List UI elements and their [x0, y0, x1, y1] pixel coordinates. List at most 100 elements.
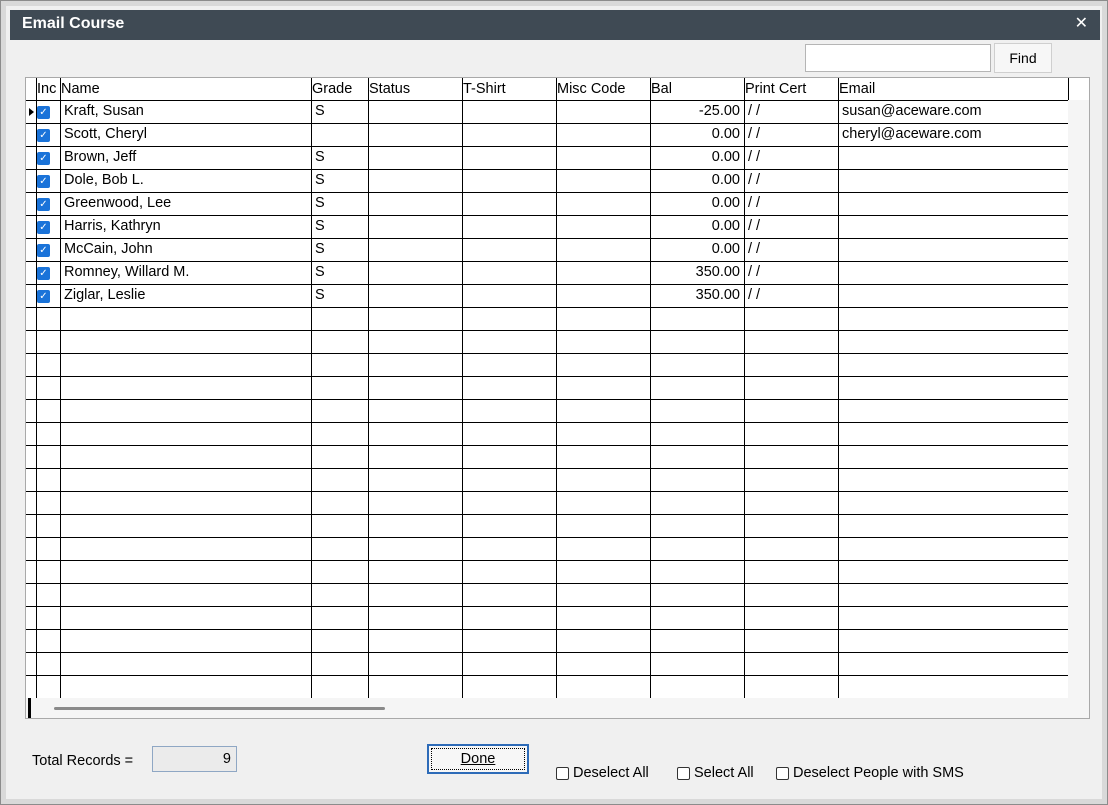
cell-cert[interactable]: / / — [748, 192, 834, 215]
cell-misc[interactable] — [560, 238, 646, 261]
cell-cert[interactable]: / / — [748, 238, 834, 261]
cell-status[interactable] — [372, 215, 458, 238]
cell-email[interactable] — [842, 192, 1064, 215]
cell-misc[interactable] — [560, 284, 646, 307]
column-header[interactable]: Misc Code — [557, 78, 649, 100]
column-header[interactable]: Inc — [37, 78, 59, 100]
cell-grade[interactable]: S — [315, 215, 364, 238]
find-button[interactable]: Find — [994, 43, 1052, 73]
cell-grade[interactable]: S — [315, 100, 364, 123]
include-checkbox[interactable]: ✓ — [37, 290, 50, 303]
cell-tshirt[interactable] — [466, 123, 552, 146]
cell-tshirt[interactable] — [466, 146, 552, 169]
cell-bal[interactable]: 0.00 — [654, 215, 740, 238]
cell-status[interactable] — [372, 146, 458, 169]
cell-misc[interactable] — [560, 123, 646, 146]
cell-tshirt[interactable] — [466, 261, 552, 284]
cell-misc[interactable] — [560, 261, 646, 284]
column-header[interactable]: T-Shirt — [463, 78, 555, 100]
cell-email[interactable] — [842, 146, 1064, 169]
cell-bal[interactable]: 0.00 — [654, 169, 740, 192]
cell-status[interactable] — [372, 261, 458, 284]
cell-name[interactable]: Ziglar, Leslie — [64, 284, 307, 307]
records-grid[interactable]: Inc Name Grade Status T-Shirt Misc Code Bal Pri… — [25, 77, 1090, 719]
cell-name[interactable]: Kraft, Susan — [64, 100, 307, 123]
search-input[interactable] — [805, 44, 991, 72]
vertical-scroll-area[interactable] — [1068, 100, 1089, 718]
column-header[interactable]: Status — [369, 78, 461, 100]
deselect-all-checkbox[interactable]: Deselect All — [556, 765, 649, 781]
column-header[interactable]: Name — [61, 78, 310, 100]
cell-bal[interactable]: -25.00 — [654, 100, 740, 123]
include-checkbox[interactable]: ✓ — [37, 267, 50, 280]
cell-name[interactable]: Romney, Willard M. — [64, 261, 307, 284]
select-all-checkbox[interactable]: Select All — [677, 765, 754, 781]
cell-cert[interactable]: / / — [748, 261, 834, 284]
include-checkbox[interactable]: ✓ — [37, 106, 50, 119]
cell-misc[interactable] — [560, 146, 646, 169]
cell-misc[interactable] — [560, 192, 646, 215]
cell-tshirt[interactable] — [466, 169, 552, 192]
cell-tshirt[interactable] — [466, 215, 552, 238]
column-header[interactable]: Print Cert — [745, 78, 837, 100]
cell-bal[interactable]: 0.00 — [654, 146, 740, 169]
include-checkbox[interactable]: ✓ — [37, 152, 50, 165]
cell-tshirt[interactable] — [466, 284, 552, 307]
done-button[interactable]: Done — [427, 744, 529, 774]
cell-status[interactable] — [372, 100, 458, 123]
cell-name[interactable]: Greenwood, Lee — [64, 192, 307, 215]
cell-misc[interactable] — [560, 100, 646, 123]
cell-email[interactable]: cheryl@aceware.com — [842, 123, 1064, 146]
cell-grade[interactable]: S — [315, 284, 364, 307]
cell-grade[interactable] — [315, 123, 364, 146]
cell-grade[interactable]: S — [315, 192, 364, 215]
cell-tshirt[interactable] — [466, 192, 552, 215]
cell-tshirt[interactable] — [466, 238, 552, 261]
cell-bal[interactable]: 0.00 — [654, 238, 740, 261]
horizontal-scroll-thumb[interactable] — [54, 707, 385, 710]
cell-bal[interactable]: 350.00 — [654, 261, 740, 284]
include-checkbox[interactable]: ✓ — [37, 175, 50, 188]
column-header[interactable]: Grade — [312, 78, 367, 100]
include-checkbox[interactable]: ✓ — [37, 244, 50, 257]
cell-email[interactable] — [842, 215, 1064, 238]
cell-status[interactable] — [372, 238, 458, 261]
cell-status[interactable] — [372, 284, 458, 307]
checkbox-box[interactable] — [677, 766, 690, 780]
cell-cert[interactable]: / / — [748, 146, 834, 169]
cell-tshirt[interactable] — [466, 100, 552, 123]
cell-misc[interactable] — [560, 169, 646, 192]
cell-bal[interactable]: 0.00 — [654, 123, 740, 146]
cell-grade[interactable]: S — [315, 261, 364, 284]
cell-status[interactable] — [372, 192, 458, 215]
close-icon[interactable]: ✕ — [1075, 13, 1088, 33]
cell-email[interactable] — [842, 284, 1064, 307]
column-header[interactable]: Bal — [651, 78, 743, 100]
cell-cert[interactable]: / / — [748, 215, 834, 238]
deselect-sms-checkbox[interactable]: Deselect People with SMS — [776, 765, 964, 781]
cell-bal[interactable]: 0.00 — [654, 192, 740, 215]
cell-name[interactable]: Dole, Bob L. — [64, 169, 307, 192]
include-checkbox[interactable]: ✓ — [37, 221, 50, 234]
checkbox-box[interactable] — [556, 766, 569, 780]
cell-cert[interactable]: / / — [748, 169, 834, 192]
checkbox-box[interactable] — [776, 766, 789, 780]
cell-name[interactable]: McCain, John — [64, 238, 307, 261]
cell-cert[interactable]: / / — [748, 284, 834, 307]
cell-grade[interactable]: S — [315, 146, 364, 169]
cell-name[interactable]: Scott, Cheryl — [64, 123, 307, 146]
cell-misc[interactable] — [560, 215, 646, 238]
cell-status[interactable] — [372, 169, 458, 192]
cell-grade[interactable]: S — [315, 238, 364, 261]
cell-name[interactable]: Harris, Kathryn — [64, 215, 307, 238]
include-checkbox[interactable]: ✓ — [37, 198, 50, 211]
cell-cert[interactable]: / / — [748, 100, 834, 123]
cell-email[interactable] — [842, 238, 1064, 261]
cell-cert[interactable]: / / — [748, 123, 834, 146]
column-header[interactable]: Email — [839, 78, 1067, 100]
include-checkbox[interactable]: ✓ — [37, 129, 50, 142]
cell-bal[interactable]: 350.00 — [654, 284, 740, 307]
cell-email[interactable] — [842, 169, 1064, 192]
cell-grade[interactable]: S — [315, 169, 364, 192]
cell-email[interactable]: susan@aceware.com — [842, 100, 1064, 123]
